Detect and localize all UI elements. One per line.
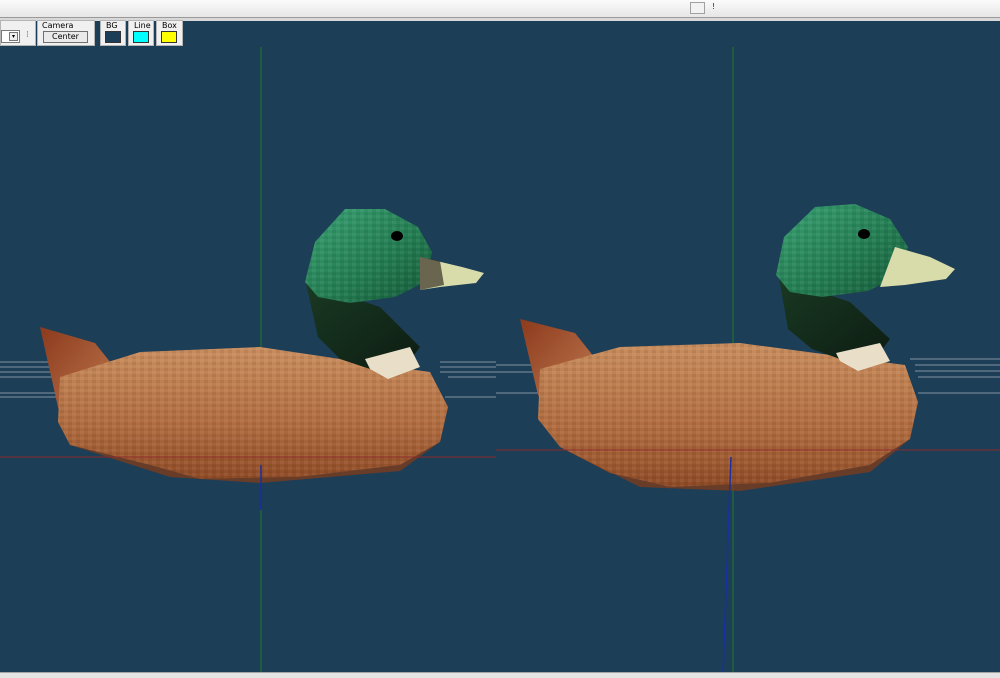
line-color-panel: Line (128, 20, 154, 46)
camera-label: Camera (42, 21, 74, 30)
3d-viewport[interactable] (0, 47, 1000, 673)
title-bar: ! (0, 0, 1000, 18)
line-color-swatch[interactable] (133, 31, 149, 43)
box-color-swatch[interactable] (161, 31, 177, 43)
box-label: Box (162, 21, 177, 30)
duck-model-left[interactable] (40, 209, 484, 483)
separator: ⁞ (26, 30, 29, 40)
view-mode-panel: ▾ ⁞ (0, 20, 36, 46)
center-button[interactable]: Center (43, 31, 88, 43)
camera-panel: Camera Center (37, 20, 95, 46)
bg-color-panel: BG (100, 20, 126, 46)
resize-grip-icon[interactable]: ! (706, 2, 721, 14)
box-color-panel: Box (156, 20, 183, 46)
duck-model-right[interactable] (520, 204, 955, 491)
bg-color-swatch[interactable] (105, 31, 121, 43)
bg-label: BG (106, 21, 118, 30)
restore-button[interactable] (690, 2, 705, 14)
view-mode-dropdown[interactable]: ▾ (1, 30, 20, 43)
line-label: Line (134, 21, 151, 30)
status-bar (0, 672, 1000, 678)
chevron-down-icon[interactable]: ▾ (9, 32, 18, 41)
